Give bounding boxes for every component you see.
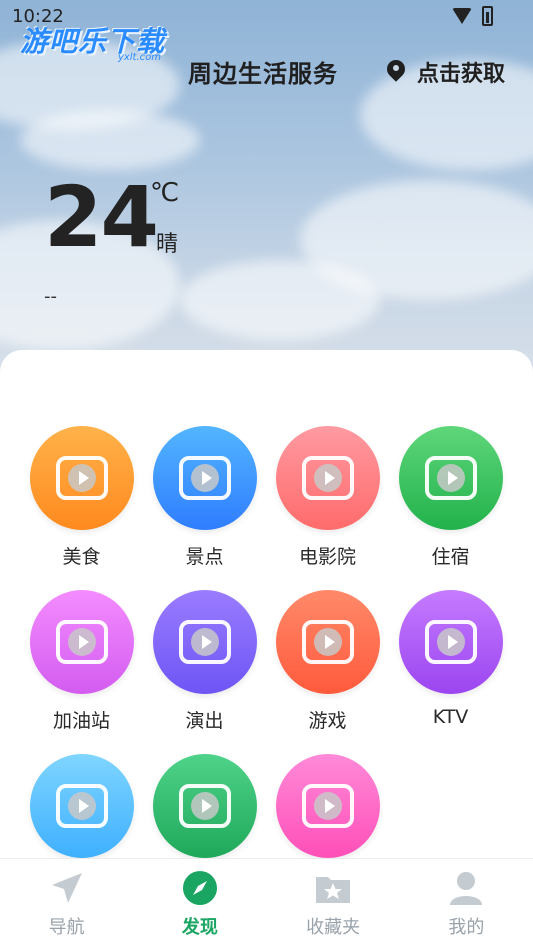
tab-1[interactable]: 导航 (0, 859, 133, 948)
service-item-8[interactable]: KTV (389, 590, 512, 728)
get-location-label: 点击获取 (416, 62, 505, 87)
battery-icon (482, 6, 493, 26)
service-label: 景点 (185, 546, 224, 568)
play-icon (313, 792, 342, 820)
compass-icon (181, 869, 219, 907)
service-label: 电影院 (298, 546, 356, 568)
play-icon (313, 628, 342, 656)
play-icon (190, 628, 219, 656)
tab-3[interactable]: 收藏夹 (267, 859, 400, 948)
microphone-icon (398, 590, 503, 694)
play-icon (436, 628, 465, 656)
wifi-icon (452, 8, 472, 24)
service-item-7[interactable]: 游戏 (266, 590, 389, 733)
tower-icon (152, 426, 257, 530)
air-quality-value: -- (44, 286, 57, 307)
door-icon (152, 754, 257, 858)
fuel-pump-icon (29, 590, 134, 694)
play-icon (190, 792, 219, 820)
ticket-icon (152, 590, 257, 694)
tab-label: 收藏夹 (306, 917, 361, 938)
shopping-bag-icon (29, 754, 134, 858)
watermark-logo: 游吧乐下载 yxlt.com (20, 20, 165, 63)
tab-label: 导航 (48, 917, 85, 938)
service-item-11[interactable] (266, 754, 389, 870)
gamepad-icon (275, 590, 380, 694)
service-item-3[interactable]: 电影院 (266, 426, 389, 569)
play-icon (436, 464, 465, 492)
services-panel: 美食 景点 电影院 住宿加油站 演出 游戏 KTV (0, 350, 533, 860)
user-icon (447, 869, 485, 907)
play-icon (313, 464, 342, 492)
service-item-4[interactable]: 住宿 (389, 426, 512, 569)
service-item-6[interactable]: 演出 (143, 590, 266, 733)
film-reel-icon (275, 426, 380, 530)
temperature-unit: ℃ (150, 178, 180, 208)
tab-label: 发现 (181, 917, 218, 938)
play-icon (190, 464, 219, 492)
watermark-subtext: yxlt.com (117, 52, 162, 63)
beauty-icon (275, 754, 380, 858)
house-icon (398, 426, 503, 530)
tab-4[interactable]: 我的 (400, 859, 533, 948)
service-label: 住宿 (431, 546, 470, 568)
cake-icon (29, 426, 134, 530)
service-item-2[interactable]: 景点 (143, 426, 266, 569)
page-title: 周边生活服务 (188, 60, 338, 88)
location-pin-icon (387, 60, 405, 84)
service-label: 游戏 (308, 710, 347, 732)
folder-star-icon (314, 869, 352, 907)
service-label: 演出 (185, 710, 224, 732)
navigation-arrow-icon (48, 869, 86, 907)
play-icon (67, 464, 96, 492)
temperature-value: 24 (44, 168, 159, 266)
bottom-tab-bar: 导航 发现 收藏夹 我的 (0, 858, 533, 948)
service-item-1[interactable]: 美食 (20, 426, 143, 569)
tab-2[interactable]: 发现 (133, 859, 266, 948)
service-label: 美食 (62, 546, 101, 568)
play-icon (67, 792, 96, 820)
service-label: KTV (432, 706, 469, 728)
service-label: 加油站 (52, 710, 110, 732)
service-item-9[interactable] (20, 754, 143, 870)
service-item-10[interactable] (143, 754, 266, 870)
get-location-button[interactable]: 点击获取 (387, 56, 505, 88)
weather-condition: 晴 (156, 232, 179, 257)
status-bar-icons (452, 6, 493, 26)
play-icon (67, 628, 96, 656)
service-item-5[interactable]: 加油站 (20, 590, 143, 733)
tab-label: 我的 (448, 917, 485, 938)
